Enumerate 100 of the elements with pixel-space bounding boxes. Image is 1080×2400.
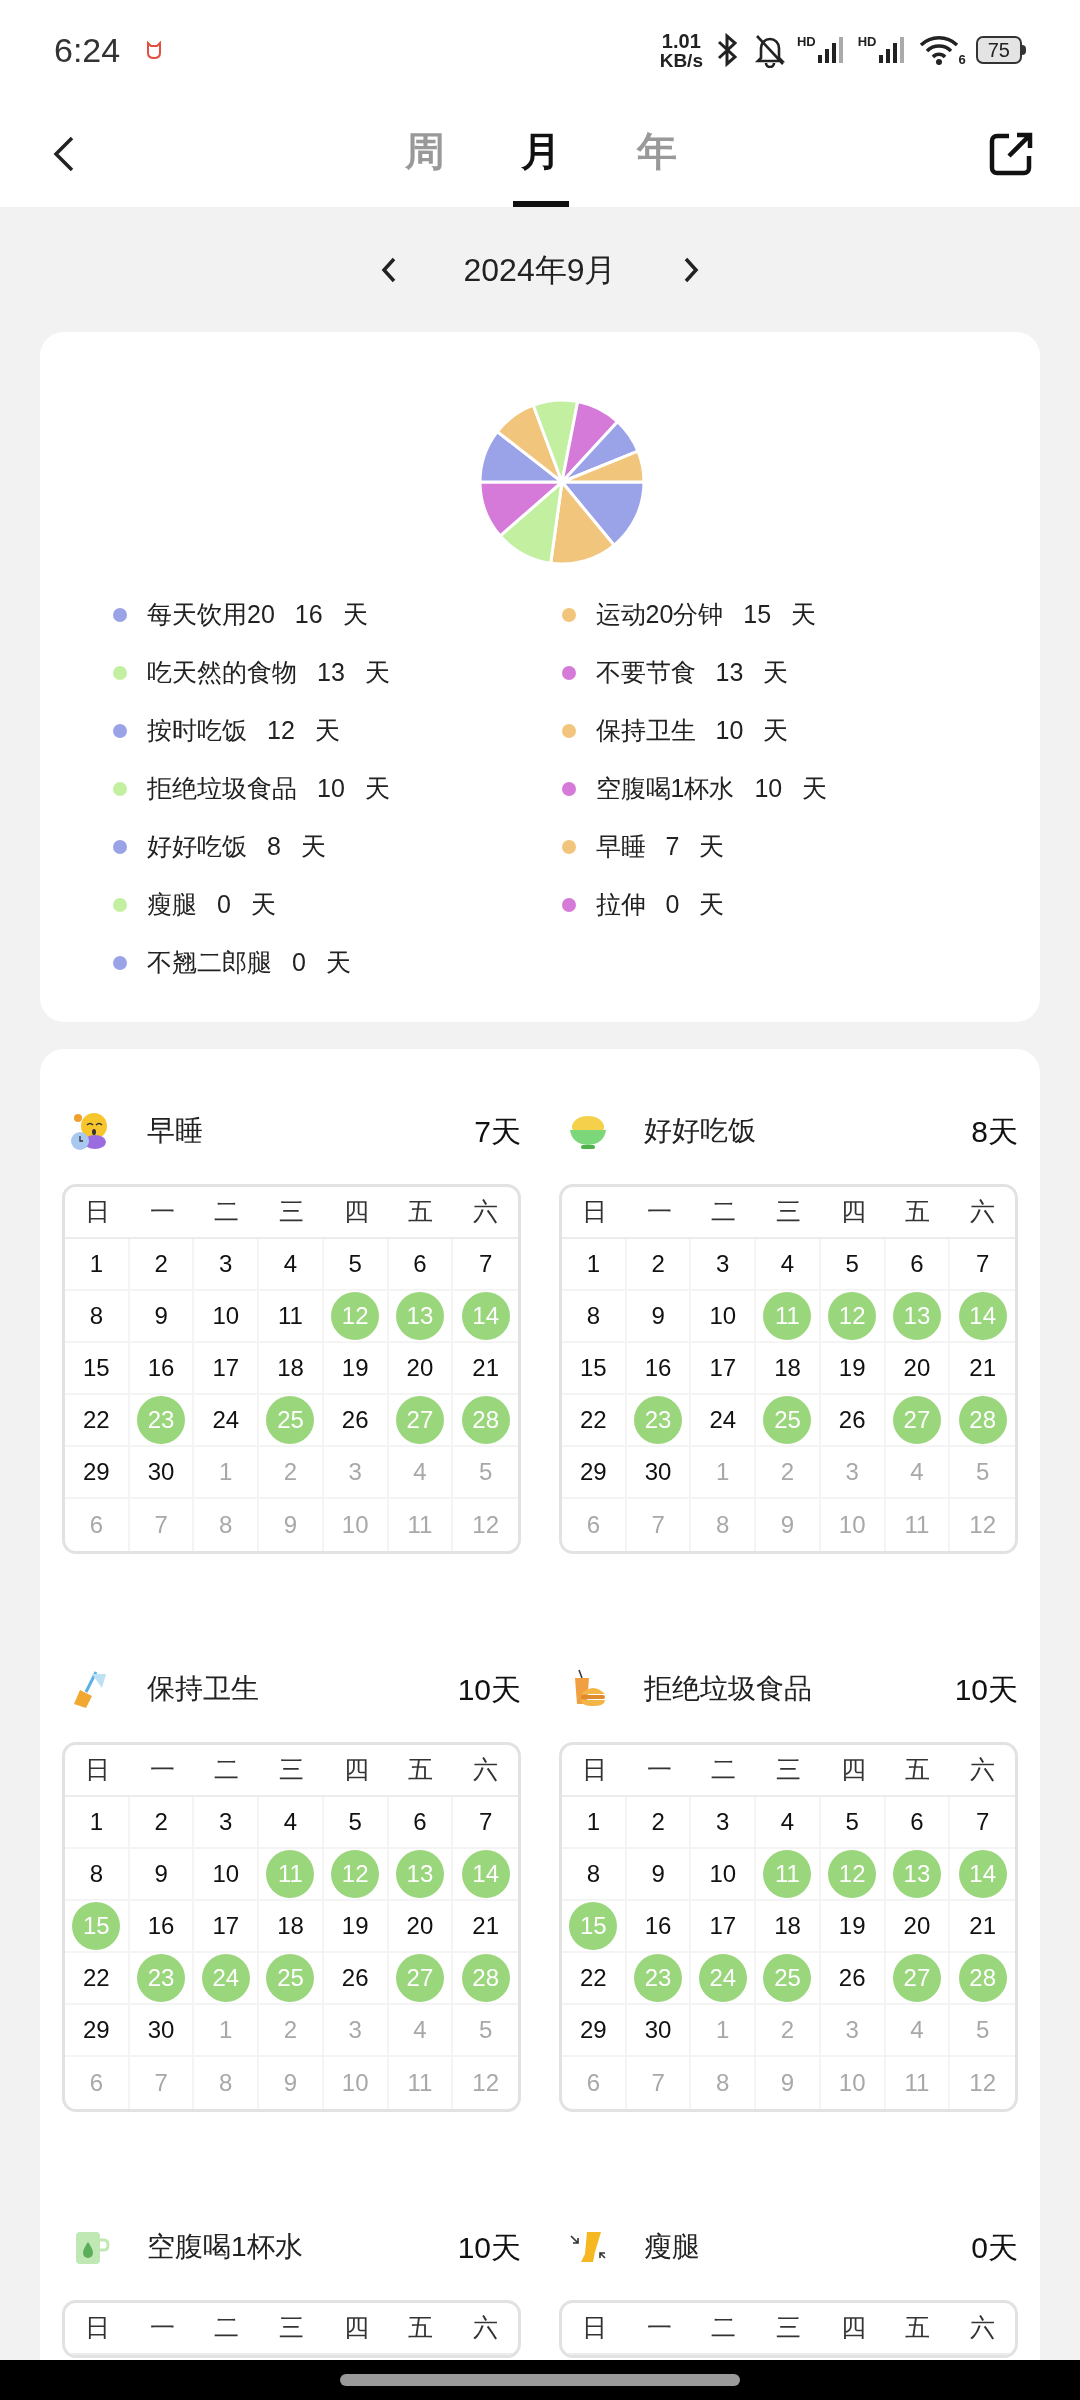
calendar-day: 5: [828, 1240, 877, 1288]
calendar-day: 12: [828, 1292, 877, 1340]
legend-count: 16: [294, 599, 323, 631]
hd-label: HD: [796, 35, 816, 48]
weekday-label: 四: [343, 1196, 369, 1228]
calendar-day: 10: [331, 2059, 380, 2107]
calendar-day: 12: [958, 2059, 1007, 2107]
habit-total: 0天: [971, 2229, 1018, 2266]
legend-label: 吃天然的食物: [147, 657, 297, 689]
calendar-day: 27: [892, 1954, 941, 2002]
calendar-day: 18: [266, 1344, 315, 1392]
weekday-label: 日: [84, 1196, 110, 1228]
weekday-label: 四: [343, 2312, 369, 2344]
calendar-day: 19: [828, 1902, 877, 1950]
legend-unit: 天: [699, 831, 725, 863]
calendar-day: 3: [201, 1240, 250, 1288]
calendar-day: 4: [892, 2006, 941, 2054]
calendar-day: 2: [137, 1798, 186, 1846]
calendar-day: 17: [201, 1344, 250, 1392]
weekday-label: 五: [905, 1754, 931, 1786]
calendar-day: 16: [137, 1344, 186, 1392]
habit-name: 拒绝垃圾食品: [644, 1672, 812, 1706]
calendar-day: 18: [763, 1344, 812, 1392]
calendar-day: 9: [763, 1501, 812, 1549]
habit-total: 10天: [457, 1671, 521, 1708]
calendar-day: 10: [331, 1501, 380, 1549]
weekday-label: 三: [279, 2312, 304, 2344]
calendar-day: 11: [763, 1292, 812, 1340]
calendar-day: 10: [828, 1501, 877, 1549]
calendar-day: 30: [137, 2006, 186, 2054]
battery-indicator: 75: [975, 36, 1022, 64]
calendar-day: 1: [698, 1448, 747, 1496]
calendar-day: 8: [698, 2059, 747, 2107]
weekday-label: 六: [970, 2312, 996, 2344]
habit-name: 好好吃饭: [644, 1114, 756, 1148]
weekday-label: 六: [970, 1754, 996, 1786]
weekday-label: 五: [408, 1754, 434, 1786]
calendar-day: 1: [72, 1798, 121, 1846]
calendar-day: 16: [137, 1902, 186, 1950]
period-tab[interactable]: 周: [397, 100, 453, 207]
calendar-day: 7: [137, 2059, 186, 2107]
legend-unit: 天: [364, 773, 390, 805]
calendar-day: 28: [958, 1954, 1007, 2002]
calendar-day: 4: [395, 1448, 444, 1496]
weekday-label: 六: [970, 1196, 996, 1228]
calendar-day: 22: [72, 1396, 121, 1444]
calendar-day: 3: [698, 1798, 747, 1846]
period-tab[interactable]: 月: [513, 100, 569, 207]
calendar-day: 21: [958, 1344, 1007, 1392]
calendar-day: 4: [395, 2006, 444, 2054]
calendar-day: 8: [569, 1292, 618, 1340]
weekday-label: 一: [646, 2312, 672, 2344]
legend-count: 15: [743, 599, 772, 631]
legend-unit: 天: [300, 831, 326, 863]
calendar-day: 7: [958, 1240, 1007, 1288]
calendar-day: 7: [137, 1501, 186, 1549]
calendar-day: 9: [137, 1850, 186, 1898]
calendar-day: 7: [958, 1798, 1007, 1846]
calendar-day: 11: [763, 1850, 812, 1898]
calendar-day: 29: [72, 1448, 121, 1496]
calendar-day: 6: [569, 1501, 618, 1549]
calendar-day: 2: [634, 1798, 683, 1846]
calendar-day: 19: [828, 1344, 877, 1392]
calendar-day: 16: [634, 1344, 683, 1392]
calendar-day: 29: [569, 2006, 618, 2054]
habit-total: 10天: [954, 1671, 1018, 1708]
calendar-day: 25: [266, 1954, 315, 2002]
weekday-label: 五: [905, 1196, 931, 1228]
legend-label: 不要节食: [595, 657, 696, 689]
calendar-day: 1: [569, 1240, 618, 1288]
calendar-day: 30: [137, 1448, 186, 1496]
calendar-day: 7: [634, 2059, 683, 2107]
legend-unit: 天: [364, 657, 390, 689]
calendar-day: 14: [958, 1850, 1007, 1898]
calendar-day: 9: [634, 1850, 683, 1898]
status-time: 6:24: [54, 29, 121, 71]
weekday-label: 二: [711, 1196, 737, 1228]
period-tab[interactable]: 年: [629, 100, 685, 207]
calendar-day: 29: [72, 2006, 121, 2054]
calendar-day: 8: [201, 2059, 250, 2107]
weekday-label: 日: [581, 1754, 607, 1786]
calendar-day: 20: [395, 1902, 444, 1950]
habit-name: 早睡: [147, 1114, 203, 1148]
calendar-day: 22: [569, 1954, 618, 2002]
calendar-day: 1: [569, 1798, 618, 1846]
calendar-day: 23: [634, 1954, 683, 2002]
calendar-day: 18: [266, 1902, 315, 1950]
calendar-day: 15: [72, 1344, 121, 1392]
calendar-day: 1: [201, 1448, 250, 1496]
calendar-day: 9: [266, 1501, 315, 1549]
legend-unit: 天: [699, 889, 725, 921]
calendar-day: 13: [395, 1292, 444, 1340]
legend-count: 0: [217, 889, 231, 921]
weekday-label: 四: [840, 2312, 866, 2344]
calendar-day: 26: [828, 1396, 877, 1444]
legend-unit: 天: [802, 773, 828, 805]
calendar-day: 8: [569, 1850, 618, 1898]
weekday-label: 二: [214, 1754, 240, 1786]
calendar-day: 9: [266, 2059, 315, 2107]
legend-label: 瘦腿: [147, 889, 197, 921]
